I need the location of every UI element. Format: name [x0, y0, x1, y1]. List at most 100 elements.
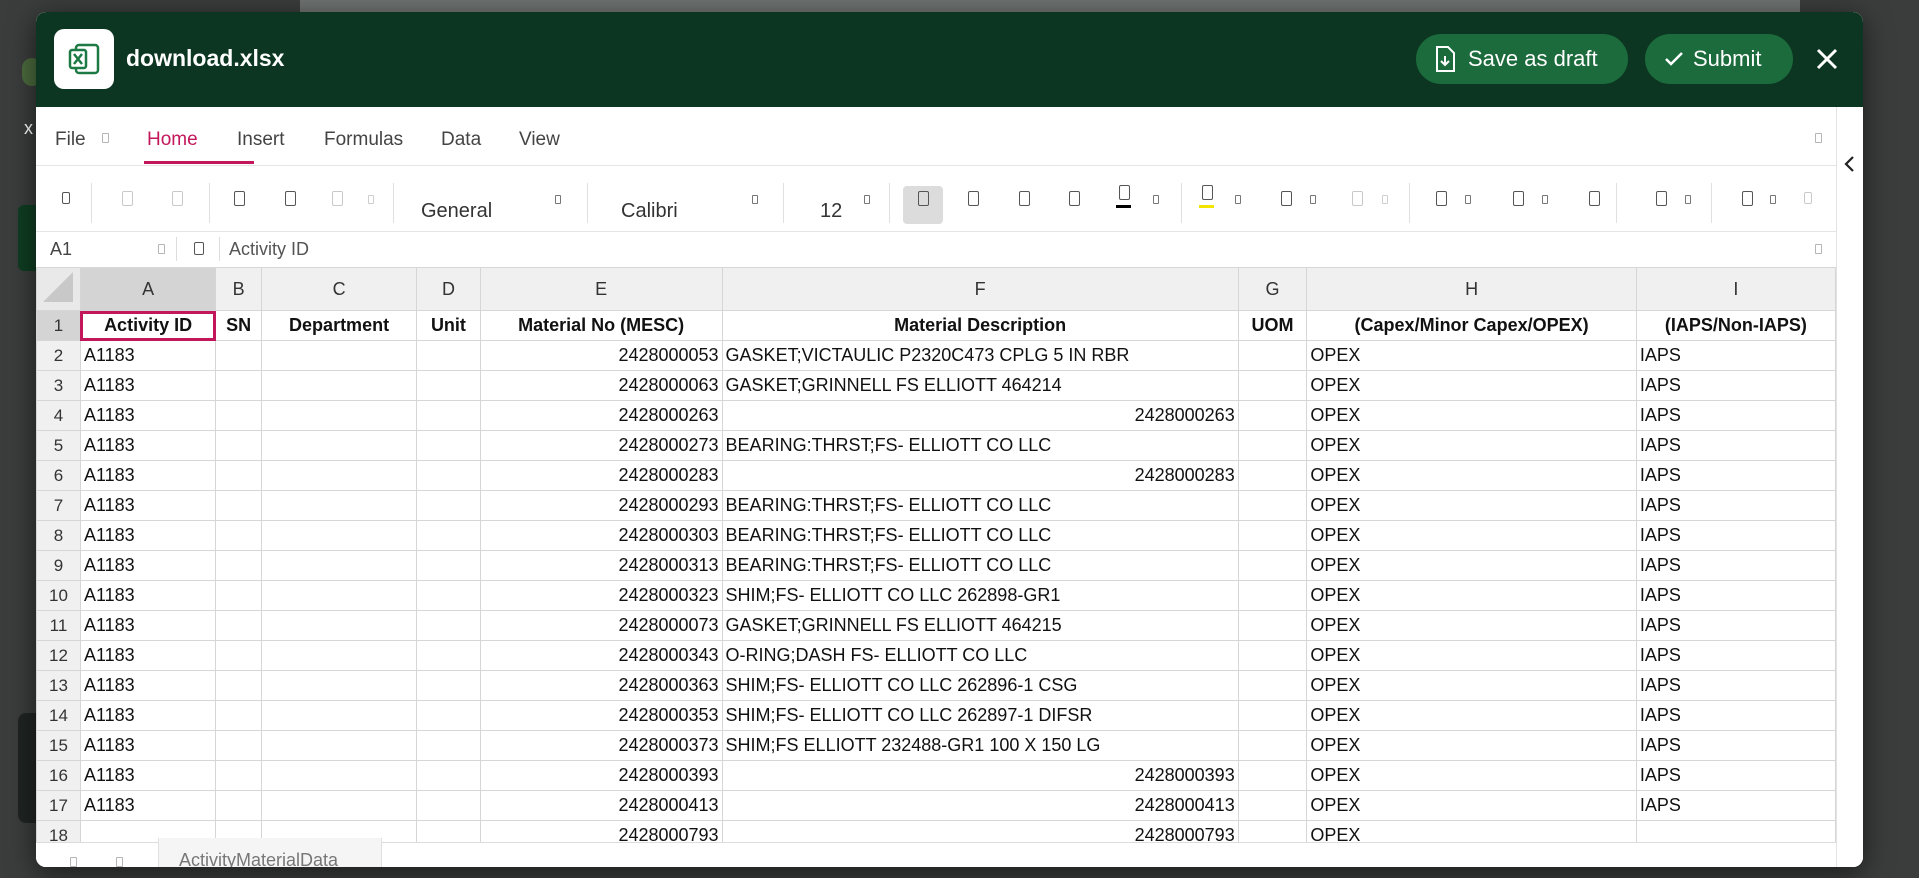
tab-data[interactable]: Data [441, 129, 481, 151]
cell[interactable]: O-RING;DASH FS- ELLIOTT CO LLC [721, 640, 1239, 671]
cell[interactable] [215, 460, 262, 491]
cell[interactable]: BEARING:THRST;FS- ELLIOTT CO LLC [721, 430, 1239, 461]
header-cell[interactable]: Activity ID [79, 310, 217, 341]
cell[interactable]: 2428000273 [479, 430, 723, 461]
cell[interactable] [1237, 820, 1308, 842]
cell[interactable]: OPEX [1306, 730, 1637, 761]
cell[interactable] [416, 460, 481, 491]
tab-insert[interactable]: Insert [237, 129, 285, 151]
name-box[interactable]: A1 [50, 239, 72, 260]
borders-icon[interactable] [1281, 191, 1292, 206]
cell[interactable]: SHIM;FS ELLIOTT 232488-GR1 100 X 150 LG [721, 730, 1239, 761]
row-header[interactable]: 5 [36, 430, 81, 461]
tab-formulas[interactable]: Formulas [324, 129, 403, 151]
column-header[interactable]: G [1237, 267, 1308, 311]
cell[interactable]: OPEX [1306, 820, 1637, 842]
cell[interactable]: OPEX [1306, 790, 1637, 821]
cell[interactable] [416, 790, 481, 821]
cell[interactable]: A1183 [79, 700, 217, 731]
cell[interactable]: IAPS [1635, 700, 1836, 731]
cell[interactable]: 2428000793 [479, 820, 723, 842]
cell[interactable]: OPEX [1306, 340, 1637, 371]
font-size-select[interactable]: 12 [820, 200, 842, 223]
row-header[interactable]: 10 [36, 580, 81, 611]
merge-cells-icon[interactable] [1352, 191, 1363, 206]
cell[interactable] [215, 370, 262, 401]
cell[interactable]: A1183 [79, 460, 217, 491]
cell[interactable]: 2428000343 [479, 640, 723, 671]
conditional-format-icon[interactable] [1656, 191, 1667, 206]
cell[interactable] [215, 340, 262, 371]
cell[interactable]: OPEX [1306, 520, 1637, 551]
save-as-draft-button[interactable]: Save as draft [1416, 34, 1628, 84]
cell[interactable]: IAPS [1635, 550, 1836, 581]
cell[interactable]: A1183 [79, 550, 217, 581]
cell[interactable]: SHIM;FS- ELLIOTT CO LLC 262896-1 CSG [721, 670, 1239, 701]
cell[interactable] [215, 730, 262, 761]
number-format-select[interactable]: General [421, 200, 492, 223]
cell[interactable] [416, 520, 481, 551]
vertical-align-dropdown-icon[interactable] [1542, 195, 1548, 204]
column-header[interactable]: B [215, 267, 262, 311]
cell[interactable] [416, 490, 481, 521]
cell[interactable] [416, 730, 481, 761]
cell[interactable]: A1183 [79, 670, 217, 701]
row-header[interactable]: 13 [36, 670, 81, 701]
cell[interactable]: 2428000263 [721, 400, 1239, 431]
close-button[interactable] [1808, 40, 1846, 78]
cell[interactable]: A1183 [79, 760, 217, 791]
cell[interactable]: IAPS [1635, 460, 1836, 491]
cell[interactable]: IAPS [1635, 580, 1836, 611]
row-header[interactable]: 7 [36, 490, 81, 521]
cell[interactable] [215, 640, 262, 671]
column-header[interactable]: E [479, 267, 723, 311]
cell[interactable] [260, 460, 418, 491]
select-all-corner[interactable] [36, 267, 81, 311]
cell[interactable] [215, 670, 262, 701]
cell[interactable] [260, 520, 418, 551]
side-panel-toggle[interactable] [1836, 107, 1863, 867]
cell[interactable]: BEARING:THRST;FS- ELLIOTT CO LLC [721, 490, 1239, 521]
cell[interactable] [1237, 550, 1308, 581]
cell[interactable] [1237, 370, 1308, 401]
cell[interactable]: GASKET;GRINNELL FS ELLIOTT 464215 [721, 610, 1239, 641]
cell[interactable]: 2428000373 [479, 730, 723, 761]
cell[interactable] [215, 580, 262, 611]
cell[interactable] [260, 700, 418, 731]
cell[interactable] [260, 340, 418, 371]
cell[interactable]: OPEX [1306, 550, 1637, 581]
cell[interactable]: 2428000413 [479, 790, 723, 821]
paste-dropdown-icon[interactable] [368, 195, 374, 204]
cell[interactable]: OPEX [1306, 760, 1637, 791]
row-header[interactable]: 16 [36, 760, 81, 791]
cell[interactable] [1237, 340, 1308, 371]
undo-icon[interactable] [122, 191, 133, 206]
cell[interactable]: OPEX [1306, 640, 1637, 671]
cell[interactable]: IAPS [1635, 640, 1836, 671]
header-cell[interactable]: Material No (MESC) [479, 310, 723, 341]
row-header[interactable]: 8 [36, 520, 81, 551]
cell[interactable] [1237, 640, 1308, 671]
header-cell[interactable]: UOM [1237, 310, 1308, 341]
cell[interactable]: IAPS [1635, 430, 1836, 461]
bold-icon[interactable] [918, 191, 929, 206]
row-header[interactable]: 4 [36, 400, 81, 431]
submit-button[interactable]: Submit [1645, 34, 1793, 84]
cell[interactable] [416, 640, 481, 671]
cell[interactable]: 2428000313 [479, 550, 723, 581]
row-header[interactable]: 17 [36, 790, 81, 821]
row-header[interactable]: 2 [36, 340, 81, 371]
cell[interactable]: OPEX [1306, 580, 1637, 611]
cell[interactable] [260, 430, 418, 461]
header-cell[interactable]: Unit [416, 310, 481, 341]
cell[interactable]: OPEX [1306, 400, 1637, 431]
cell[interactable] [416, 610, 481, 641]
filter-dropdown-icon[interactable] [1770, 195, 1776, 204]
cell[interactable]: IAPS [1635, 610, 1836, 641]
cell[interactable] [215, 610, 262, 641]
cell[interactable]: 2428000393 [721, 760, 1239, 791]
next-sheet-icon[interactable] [116, 857, 123, 867]
copy-icon[interactable] [285, 191, 296, 206]
cell[interactable] [1237, 670, 1308, 701]
cell[interactable]: IAPS [1635, 730, 1836, 761]
